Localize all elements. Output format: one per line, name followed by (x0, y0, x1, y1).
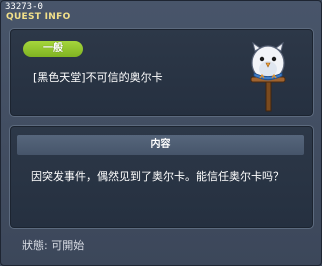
quest-name: [黑色天堂]不可信的奥尔卡 (33, 71, 163, 84)
content-description: 因突发事件，偶然见到了奥尔卡。能信任奥尔卡吗？ (31, 170, 284, 183)
owl-on-signpost-icon (250, 41, 286, 112)
content-header: 内容 (17, 135, 304, 155)
quest-summary-panel: 一般 [黑色天堂]不可信的奥尔卡 (9, 28, 314, 117)
quest-category-badge: 一般 (23, 41, 83, 57)
quest-id: 33273-0 (5, 2, 43, 12)
quest-info-window: 33273-0 QUEST INFO 一般 [黑色天堂]不可信的奥尔卡 内容 因… (0, 0, 322, 266)
window-title: QUEST INFO (6, 12, 71, 22)
quest-content-panel: 内容 因突发事件，偶然见到了奥尔卡。能信任奥尔卡吗？ (9, 125, 314, 229)
quest-status: 狀態: 可開始 (22, 239, 85, 252)
